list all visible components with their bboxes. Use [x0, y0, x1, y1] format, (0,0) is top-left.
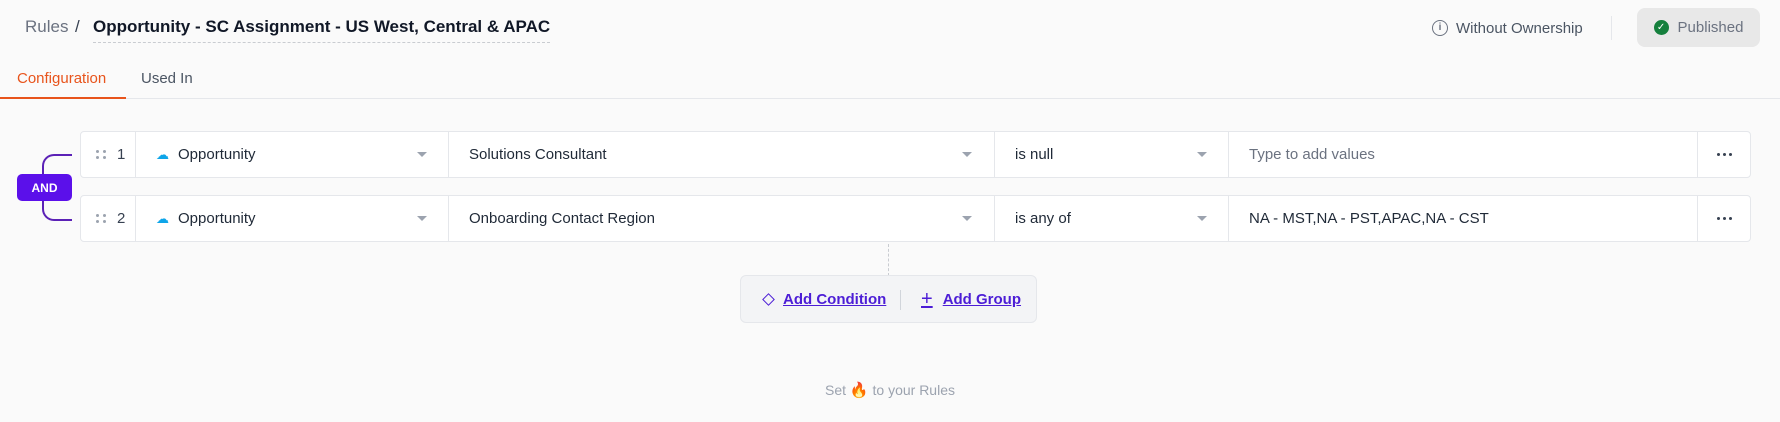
rule-index: 2: [117, 210, 126, 227]
page-header: Rules / Opportunity - SC Assignment - US…: [0, 0, 1780, 56]
chevron-down-icon: [1197, 152, 1207, 157]
field-select[interactable]: Onboarding Contact Region: [449, 196, 995, 241]
add-actions-divider: [900, 290, 901, 310]
footer-hint: Set 🔥 to your Rules: [0, 381, 1780, 399]
logic-operator-toggle[interactable]: AND: [17, 174, 72, 201]
salesforce-cloud-icon: ☁: [156, 146, 169, 162]
tab-configuration[interactable]: Configuration: [17, 70, 106, 87]
more-horizontal-icon: [1716, 153, 1732, 156]
field-select[interactable]: Solutions Consultant: [449, 132, 995, 177]
add-connector-line: [888, 244, 889, 276]
values-input[interactable]: NA - MST,NA - PST,APAC,NA - CST: [1229, 196, 1698, 241]
values-input-value: NA - MST,NA - PST,APAC,NA - CST: [1249, 210, 1489, 227]
object-select[interactable]: ☁ Opportunity: [136, 196, 449, 241]
rule-row: 1 ☁ Opportunity Solutions Consultant is …: [80, 131, 1751, 178]
object-select-value: Opportunity: [178, 146, 256, 163]
header-divider: [1611, 16, 1612, 40]
values-input[interactable]: Type to add values: [1229, 132, 1698, 177]
page-title[interactable]: Opportunity - SC Assignment - US West, C…: [93, 17, 551, 43]
check-circle-icon: ✓: [1653, 20, 1669, 35]
published-status-button[interactable]: ✓ Published: [1637, 8, 1760, 47]
add-condition-label: Add Condition: [783, 290, 887, 308]
status-label: Published: [1677, 19, 1744, 36]
add-group-button[interactable]: + Add Group: [921, 276, 1021, 322]
tab-bar: Configuration Used In: [0, 62, 1780, 99]
ownership-label: Without Ownership: [1456, 19, 1583, 37]
condition-diamond-icon: [762, 292, 775, 306]
chevron-down-icon: [1197, 216, 1207, 221]
plus-icon: +: [921, 288, 933, 310]
chevron-down-icon: [417, 216, 427, 221]
operator-select-value: is any of: [1015, 210, 1071, 227]
field-select-value: Solutions Consultant: [469, 146, 607, 163]
rule-index-cell: 2: [81, 196, 136, 241]
rule-index-cell: 1: [81, 132, 136, 177]
add-actions-bar: Add Condition + Add Group: [740, 275, 1037, 323]
row-more-menu-button[interactable]: [1698, 132, 1750, 177]
fire-icon: 🔥: [849, 382, 869, 399]
add-condition-button[interactable]: Add Condition: [761, 276, 886, 322]
more-horizontal-icon: [1716, 217, 1732, 220]
footer-hint-suffix: to your Rules: [872, 382, 955, 398]
field-select-value: Onboarding Contact Region: [469, 210, 655, 227]
breadcrumb-rules-link[interactable]: Rules: [25, 17, 68, 37]
ownership-indicator[interactable]: i Without Ownership: [1432, 18, 1583, 38]
salesforce-cloud-icon: ☁: [156, 210, 169, 226]
chevron-down-icon: [962, 152, 972, 157]
breadcrumb-separator: /: [75, 17, 80, 36]
values-placeholder: Type to add values: [1249, 146, 1375, 163]
info-icon: i: [1432, 20, 1448, 36]
chevron-down-icon: [962, 216, 972, 221]
tab-used-in[interactable]: Used In: [141, 70, 193, 87]
object-select-value: Opportunity: [178, 210, 256, 227]
add-group-label: Add Group: [942, 290, 1022, 308]
object-select[interactable]: ☁ Opportunity: [136, 132, 449, 177]
active-tab-indicator: [0, 97, 126, 99]
rule-editor-page: Rules / Opportunity - SC Assignment - US…: [0, 0, 1780, 422]
chevron-down-icon: [417, 152, 427, 157]
rule-row: 2 ☁ Opportunity Onboarding Contact Regio…: [80, 195, 1751, 242]
rule-index: 1: [117, 146, 126, 163]
drag-handle-icon[interactable]: [96, 150, 107, 159]
operator-select-value: is null: [1015, 146, 1054, 163]
row-more-menu-button[interactable]: [1698, 196, 1750, 241]
operator-select[interactable]: is null: [995, 132, 1229, 177]
operator-select[interactable]: is any of: [995, 196, 1229, 241]
drag-handle-icon[interactable]: [96, 214, 107, 223]
footer-hint-prefix: Set: [825, 382, 847, 398]
